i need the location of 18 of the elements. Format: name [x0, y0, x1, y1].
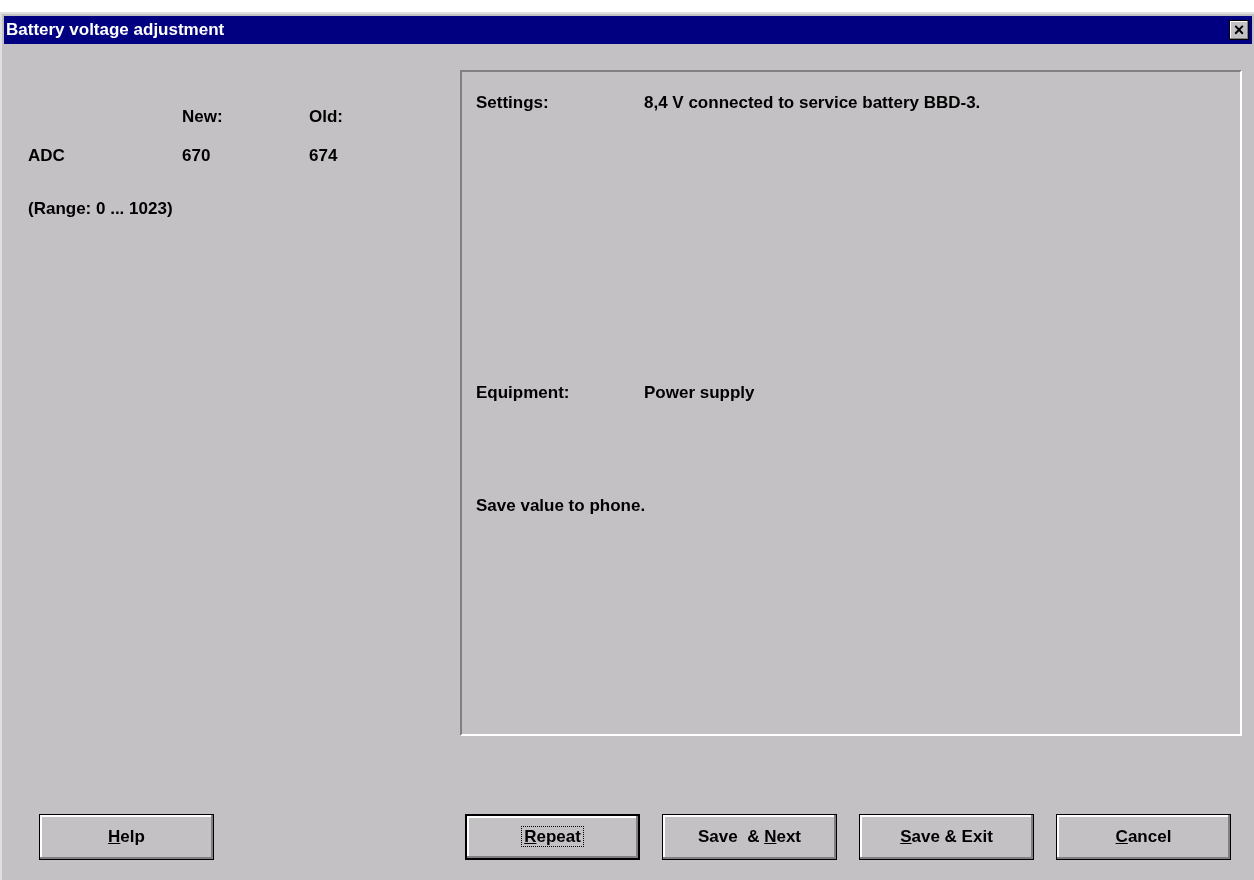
close-button[interactable]: × [1229, 20, 1249, 40]
column-heading: Old: [309, 106, 344, 128]
dialog-button[interactable]: Save & Exit [859, 814, 1034, 860]
column-heading: New: [182, 106, 224, 128]
old-value: 674 [309, 144, 339, 167]
message-text: Save value to phone. [476, 496, 646, 515]
dialog-button[interactable]: Repeat [465, 814, 640, 860]
dialog-button[interactable]: Cancel [1056, 814, 1231, 860]
settings-value: 8,4 V connected to service battery BBD-3. [644, 92, 981, 114]
dialog-button[interactable]: Save & Next [662, 814, 837, 860]
row-label: ADC [28, 144, 66, 167]
equipment-value: Power supply [644, 381, 755, 404]
dialog-button[interactable]: Help [39, 814, 214, 860]
settings-label: Settings: [476, 92, 550, 114]
window-title: Battery voltage adjustment [6, 19, 225, 42]
range-text: (Range: 0 ... 1023) [28, 199, 173, 218]
new-value: 670 [182, 144, 212, 167]
equipment-label: Equipment: [476, 381, 571, 404]
